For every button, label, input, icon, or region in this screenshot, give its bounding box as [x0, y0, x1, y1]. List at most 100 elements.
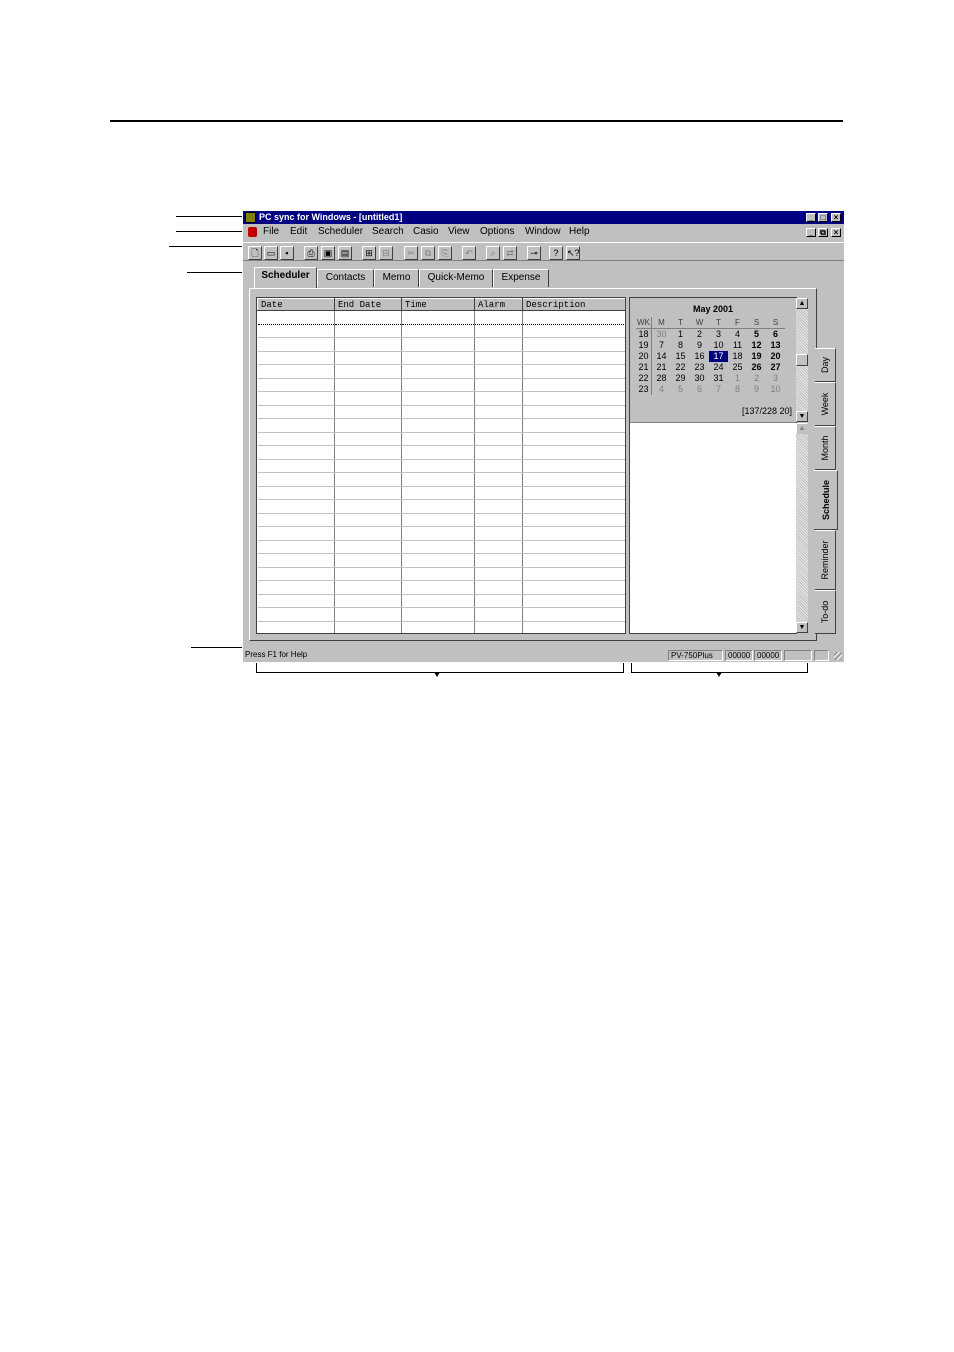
grid-cell[interactable]	[257, 378, 335, 392]
grid-cell[interactable]	[334, 621, 402, 633]
grid-cell[interactable]	[522, 459, 625, 473]
calendar-day[interactable]: 5	[747, 329, 766, 341]
grid-cell[interactable]	[334, 499, 402, 514]
calendar-scrollbar[interactable]: ▲ ▼	[796, 298, 808, 422]
calendar-day[interactable]: 2	[747, 373, 766, 384]
grid-cell[interactable]	[522, 337, 625, 352]
calendar-day[interactable]: 15	[671, 351, 690, 362]
undo-icon[interactable]: ↶	[462, 246, 476, 260]
grid-cell[interactable]	[257, 324, 335, 338]
help-icon[interactable]: ?	[549, 246, 563, 260]
grid-cell[interactable]	[401, 364, 475, 379]
calendar-day[interactable]: 2	[690, 329, 709, 341]
grid-cell[interactable]	[522, 324, 625, 338]
calendar-day[interactable]: 5	[671, 384, 690, 395]
calendar-day[interactable]: 29	[671, 373, 690, 384]
calendar-day[interactable]: 6	[766, 329, 785, 341]
grid-cell[interactable]	[474, 432, 523, 446]
calendar-day[interactable]: 16	[690, 351, 709, 362]
side-tab-month[interactable]: Month	[815, 426, 836, 470]
grid-cell[interactable]	[401, 472, 475, 487]
grid-cell[interactable]	[522, 472, 625, 487]
column-header-alarm[interactable]: Alarm	[474, 298, 523, 311]
grid-cell[interactable]	[257, 391, 335, 406]
grid-cell[interactable]	[474, 445, 523, 460]
table-row[interactable]	[257, 594, 625, 608]
grid-cell[interactable]	[334, 513, 402, 527]
calendar-day[interactable]: 14	[652, 351, 672, 362]
grid-cell[interactable]	[522, 364, 625, 379]
grid-cell[interactable]	[474, 364, 523, 379]
grid-cell[interactable]	[522, 621, 625, 633]
column-header-end-date[interactable]: End Date	[334, 298, 402, 311]
calendar-day[interactable]: 12	[747, 340, 766, 351]
grid-cell[interactable]	[522, 432, 625, 446]
replace-icon[interactable]: ⇄	[503, 246, 517, 260]
week-number[interactable]: 21	[636, 362, 652, 373]
table-row[interactable]	[257, 378, 625, 392]
grid-cell[interactable]	[474, 418, 523, 433]
grid-cell[interactable]	[474, 486, 523, 500]
column-header-date[interactable]: Date	[257, 298, 335, 311]
menu-edit[interactable]: Edit	[290, 225, 307, 239]
menu-file[interactable]: File	[263, 225, 279, 239]
table-row[interactable]	[257, 567, 625, 581]
print-icon[interactable]: ⎙	[304, 246, 318, 260]
grid-cell[interactable]	[334, 540, 402, 554]
menu-scheduler[interactable]: Scheduler	[318, 225, 363, 239]
tab-memo[interactable]: Memo	[374, 269, 419, 287]
calendar-day[interactable]: 30	[690, 373, 709, 384]
paste-icon[interactable]: ⎘	[438, 246, 452, 260]
grid-cell[interactable]	[474, 324, 523, 338]
table-row[interactable]	[257, 445, 625, 460]
grid-cell[interactable]	[522, 445, 625, 460]
grid-cell[interactable]	[474, 337, 523, 352]
side-tab-reminder[interactable]: Reminder	[815, 530, 836, 590]
grid-cell[interactable]	[522, 553, 625, 568]
grid-cell[interactable]	[474, 594, 523, 608]
menu-help[interactable]: Help	[569, 225, 590, 239]
grid-cell[interactable]	[334, 486, 402, 500]
menu-casio[interactable]: Casio	[413, 225, 439, 239]
grid-cell[interactable]	[334, 324, 402, 338]
grid-cell[interactable]	[257, 513, 335, 527]
grid-cell[interactable]	[522, 607, 625, 622]
table-row[interactable]	[257, 310, 625, 325]
calendar-day[interactable]: 10	[766, 384, 785, 395]
week-number[interactable]: 20	[636, 351, 652, 362]
grid-cell[interactable]	[257, 351, 335, 365]
grid-cell[interactable]	[474, 459, 523, 473]
table-row[interactable]	[257, 351, 625, 365]
calendar-day[interactable]: 1	[728, 373, 747, 384]
calendar-day[interactable]: 9	[747, 384, 766, 395]
column-header-description[interactable]: Description	[522, 298, 625, 311]
grid-cell[interactable]	[334, 459, 402, 473]
calendar-day[interactable]: 13	[766, 340, 785, 351]
grid-cell[interactable]	[401, 391, 475, 406]
grid-cell[interactable]	[522, 567, 625, 581]
calendar-day[interactable]: 7	[652, 340, 672, 351]
grid-cell[interactable]	[334, 607, 402, 622]
grid-cell[interactable]	[257, 405, 335, 419]
grid-cell[interactable]	[257, 607, 335, 622]
grid-cell[interactable]	[474, 621, 523, 633]
table-row[interactable]	[257, 513, 625, 527]
grid-cell[interactable]	[401, 486, 475, 500]
grid-cell[interactable]	[401, 432, 475, 446]
calendar-day[interactable]: 10	[709, 340, 728, 351]
grid-cell[interactable]	[474, 499, 523, 514]
app-icon[interactable]	[245, 212, 256, 223]
grid-cell[interactable]	[474, 567, 523, 581]
calendar-day[interactable]: 3	[709, 329, 728, 341]
minimize-button[interactable]: _	[806, 213, 816, 222]
table-row[interactable]	[257, 472, 625, 487]
grid-cell[interactable]	[522, 580, 625, 595]
grid-cell[interactable]	[334, 391, 402, 406]
grid-cell[interactable]	[474, 378, 523, 392]
table-row[interactable]	[257, 391, 625, 406]
grid-cell[interactable]	[401, 324, 475, 338]
table-row[interactable]	[257, 499, 625, 514]
side-tab-schedule[interactable]: Schedule	[814, 470, 838, 530]
table-row[interactable]	[257, 364, 625, 379]
save-icon[interactable]: ▪	[280, 246, 294, 260]
